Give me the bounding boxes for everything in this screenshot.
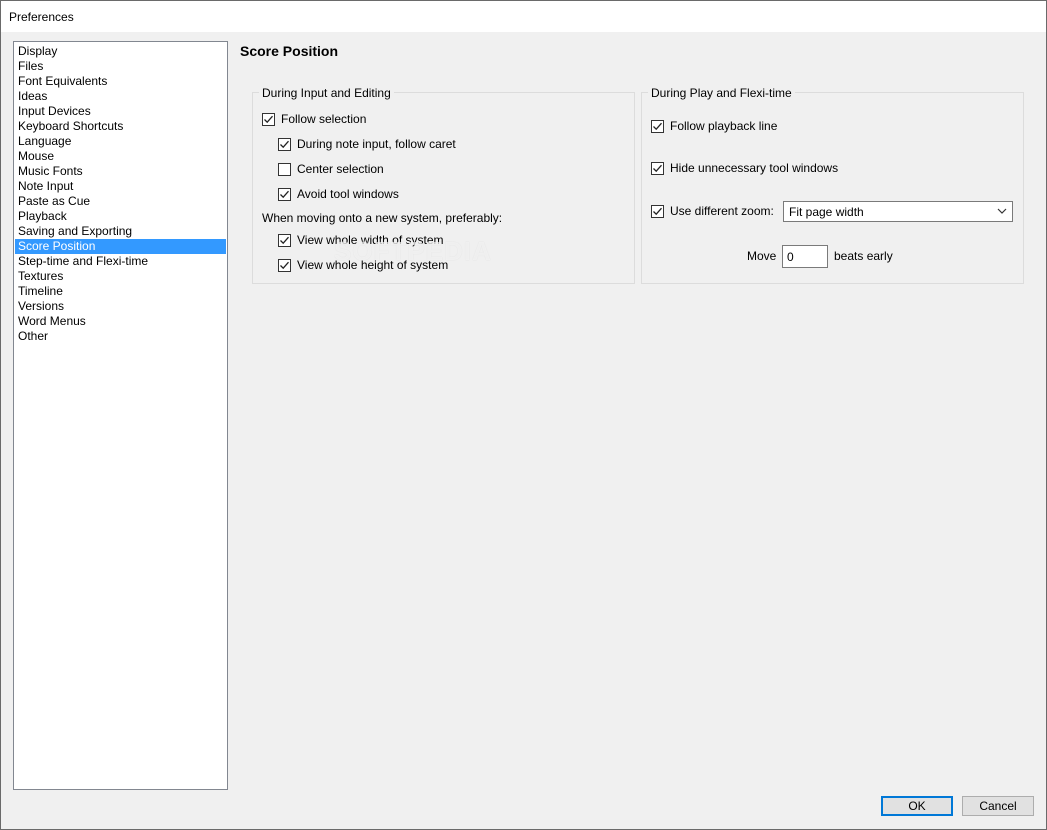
category-list[interactable]: Display Files Font Equivalents Ideas Input D…	[13, 41, 228, 790]
category-item[interactable]: Mouse	[15, 149, 226, 164]
center-selection-check-icon[interactable]	[278, 162, 291, 176]
view-whole-height-check-icon[interactable]	[278, 258, 291, 272]
new-system-text: When moving onto a new system, preferabl…	[262, 211, 503, 225]
chevron-down-icon	[997, 208, 1007, 214]
follow-caret-check-icon[interactable]	[278, 137, 291, 151]
view-whole-height-label: View whole height of system	[297, 258, 449, 272]
category-item[interactable]: Step-time and Flexi-time	[15, 254, 226, 269]
preferences-window: Preferences Display Files Font Equivalents…	[0, 0, 1047, 830]
play-flexi-group-label: During Play and Flexi-time	[648, 85, 795, 101]
cancel-button[interactable]: Cancel	[962, 796, 1034, 816]
category-item[interactable]: Keyboard Shortcuts	[15, 119, 226, 134]
category-item[interactable]: Other	[15, 329, 226, 344]
title-bar[interactable]: Preferences	[1, 1, 1046, 32]
follow-playback-check-icon[interactable]	[651, 119, 664, 133]
category-item[interactable]: Saving and Exporting	[15, 224, 226, 239]
avoid-tool-windows-checkbox[interactable]: Avoid tool windows	[278, 186, 399, 202]
avoid-tool-windows-label: Avoid tool windows	[297, 187, 399, 201]
move-label: Move	[747, 249, 777, 263]
follow-selection-checkbox[interactable]: Follow selection	[262, 111, 366, 127]
use-different-zoom-check-icon[interactable]	[651, 204, 664, 218]
category-item[interactable]: Score Position	[15, 239, 226, 254]
category-item[interactable]: Music Fonts	[15, 164, 226, 179]
category-item[interactable]: Playback	[15, 209, 226, 224]
follow-caret-checkbox[interactable]: During note input, follow caret	[278, 136, 456, 152]
category-item[interactable]: Paste as Cue	[15, 194, 226, 209]
category-item[interactable]: Word Menus	[15, 314, 226, 329]
category-item[interactable]: Ideas	[15, 89, 226, 104]
move-beats-input[interactable]	[782, 245, 828, 268]
zoom-dropdown[interactable]: Fit page width	[783, 201, 1013, 222]
hide-tool-windows-label: Hide unnecessary tool windows	[670, 161, 839, 175]
ok-button[interactable]: OK	[881, 796, 953, 816]
category-item[interactable]: Timeline	[15, 284, 226, 299]
zoom-dropdown-value: Fit page width	[789, 205, 864, 219]
center-selection-label: Center selection	[297, 162, 384, 176]
category-item[interactable]: Note Input	[15, 179, 226, 194]
category-item[interactable]: Versions	[15, 299, 226, 314]
follow-selection-check-icon[interactable]	[262, 112, 275, 126]
category-item[interactable]: Font Equivalents	[15, 74, 226, 89]
view-whole-height-checkbox[interactable]: View whole height of system	[278, 257, 448, 273]
follow-selection-label: Follow selection	[281, 112, 367, 126]
avoid-tool-windows-check-icon[interactable]	[278, 187, 291, 201]
use-different-zoom-checkbox[interactable]: Use different zoom:	[651, 203, 774, 219]
follow-caret-label: During note input, follow caret	[297, 137, 456, 151]
view-whole-width-check-icon[interactable]	[278, 233, 291, 247]
category-item[interactable]: Language	[15, 134, 226, 149]
window-title: Preferences	[9, 10, 74, 24]
use-different-zoom-label: Use different zoom:	[670, 204, 774, 218]
page-title: Score Position	[240, 43, 339, 59]
category-item[interactable]: Input Devices	[15, 104, 226, 119]
input-editing-group-label: During Input and Editing	[259, 85, 394, 101]
view-whole-width-label: View whole width of system	[297, 233, 444, 247]
category-item[interactable]: Files	[15, 59, 226, 74]
category-item[interactable]: Textures	[15, 269, 226, 284]
follow-playback-checkbox[interactable]: Follow playback line	[651, 118, 777, 134]
hide-tool-windows-checkbox[interactable]: Hide unnecessary tool windows	[651, 160, 838, 176]
center-selection-checkbox[interactable]: Center selection	[278, 161, 384, 177]
follow-playback-label: Follow playback line	[670, 119, 778, 133]
hide-tool-windows-check-icon[interactable]	[651, 161, 664, 175]
category-item[interactable]: Display	[15, 44, 226, 59]
beats-early-label: beats early	[834, 249, 893, 263]
view-whole-width-checkbox[interactable]: View whole width of system	[278, 232, 444, 248]
